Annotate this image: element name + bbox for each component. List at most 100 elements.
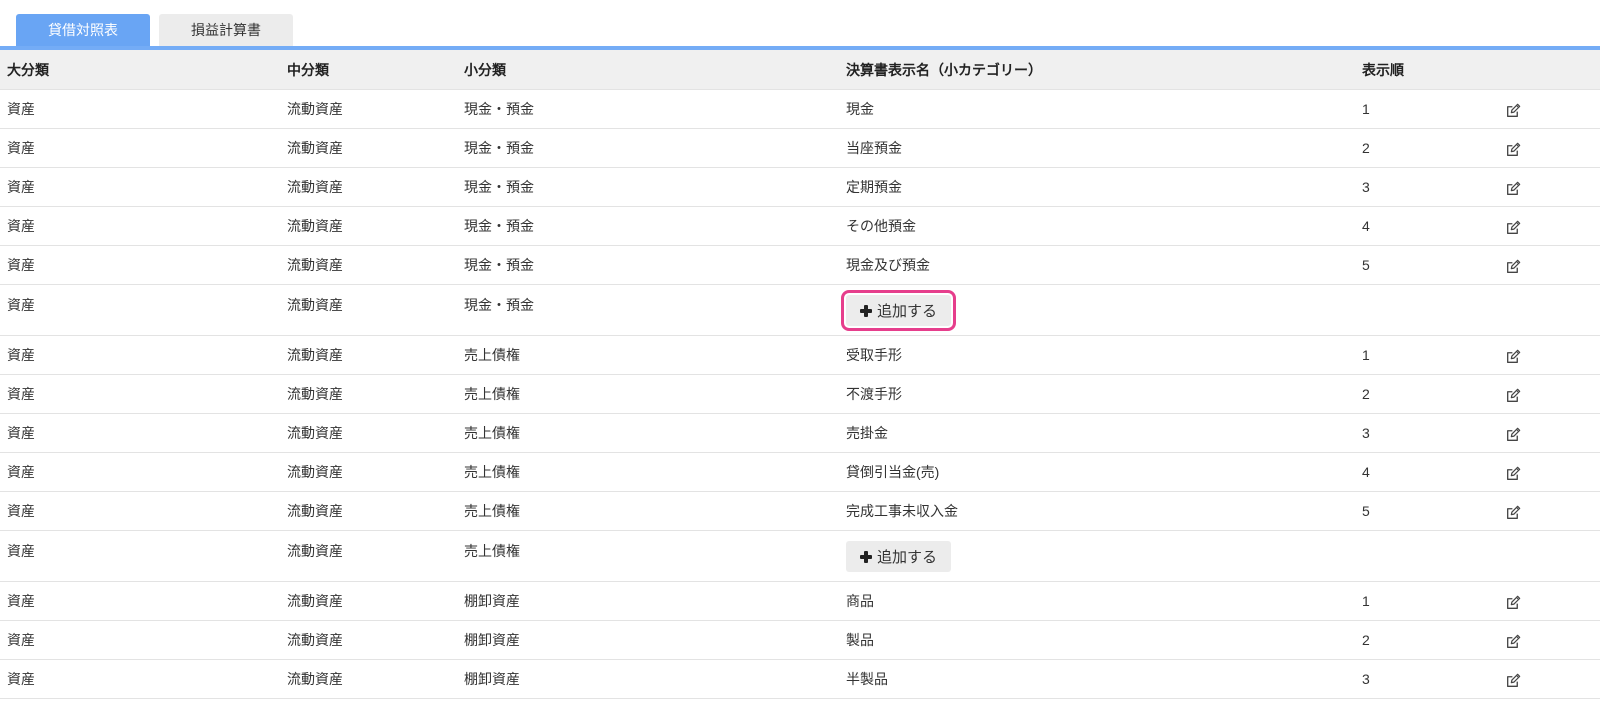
- minor-category-cell: 現金・預金: [464, 297, 534, 313]
- tab-income-statement[interactable]: 損益計算書: [159, 14, 293, 46]
- tab-balance-sheet[interactable]: 貸借対照表: [16, 14, 150, 46]
- row-actions-cell: [1499, 216, 1600, 236]
- display-name-cell: 商品: [846, 593, 874, 609]
- middle-category-cell: 流動資産: [287, 671, 343, 687]
- major-category-cell: 資産: [7, 464, 35, 480]
- display-name-cell: 貸倒引当金(売): [846, 464, 940, 480]
- edit-icon[interactable]: [1506, 466, 1521, 481]
- middle-category-cell: 流動資産: [287, 347, 343, 363]
- add-button[interactable]: 追加する: [846, 541, 952, 572]
- edit-icon[interactable]: [1506, 673, 1521, 688]
- add-button-label: 追加する: [877, 303, 938, 320]
- display-order-cell: 2: [1362, 140, 1370, 156]
- major-category-cell: 資産: [7, 257, 35, 273]
- edit-icon[interactable]: [1506, 388, 1521, 403]
- add-row: 資産 流動資産 売上債権 追加する: [0, 531, 1600, 582]
- middle-category-cell: 流動資産: [287, 218, 343, 234]
- minor-category-cell: 現金・預金: [464, 218, 534, 234]
- table-row: 資産 流動資産 売上債権 完成工事未収入金 5: [0, 492, 1600, 531]
- add-cell: 追加する: [839, 285, 1355, 331]
- row-actions-cell: [1499, 99, 1600, 119]
- middle-category-cell: 流動資産: [287, 503, 343, 519]
- edit-icon[interactable]: [1506, 427, 1521, 442]
- plus-icon: [860, 304, 872, 317]
- middle-category-cell: 流動資産: [287, 179, 343, 195]
- display-order-cell: 1: [1362, 593, 1370, 609]
- major-category-cell: 資産: [7, 347, 35, 363]
- display-name-cell: 半製品: [846, 671, 888, 687]
- table-header: 大分類 中分類 小分類 決算書表示名（小カテゴリー） 表示順: [0, 50, 1600, 90]
- row-actions-cell: [1499, 501, 1600, 521]
- middle-category-cell: 流動資産: [287, 386, 343, 402]
- row-actions-cell: [1499, 531, 1600, 541]
- middle-category-cell: 流動資産: [287, 257, 343, 273]
- category-table: 大分類 中分類 小分類 決算書表示名（小カテゴリー） 表示順 資産 流動資産 現…: [0, 50, 1600, 699]
- major-category-cell: 資産: [7, 101, 35, 117]
- major-category-cell: 資産: [7, 593, 35, 609]
- display-order-cell: [1355, 285, 1499, 295]
- table-row: 資産 流動資産 棚卸資産 商品 1: [0, 582, 1600, 621]
- tab-bar: 貸借対照表 損益計算書: [0, 0, 1600, 46]
- table-row: 資産 流動資産 現金・預金 当座預金 2: [0, 129, 1600, 168]
- add-row: 資産 流動資産 現金・預金 追加する: [0, 285, 1600, 336]
- row-actions-cell: [1499, 630, 1600, 650]
- display-name-cell: 製品: [846, 632, 874, 648]
- display-name-cell: 現金: [846, 101, 874, 117]
- table-row: 資産 流動資産 売上債権 売掛金 3: [0, 414, 1600, 453]
- display-name-cell: その他預金: [846, 218, 916, 234]
- minor-category-cell: 売上債権: [464, 347, 520, 363]
- header-display-order: 表示順: [1362, 61, 1404, 78]
- major-category-cell: 資産: [7, 632, 35, 648]
- edit-icon[interactable]: [1506, 349, 1521, 364]
- minor-category-cell: 売上債権: [464, 386, 520, 402]
- display-name-cell: 不渡手形: [846, 386, 902, 402]
- major-category-cell: 資産: [7, 425, 35, 441]
- middle-category-cell: 流動資産: [287, 632, 343, 648]
- plus-icon: [860, 550, 872, 563]
- display-name-cell: 現金及び預金: [846, 257, 930, 273]
- middle-category-cell: 流動資産: [287, 425, 343, 441]
- row-actions-cell: [1499, 255, 1600, 275]
- minor-category-cell: 売上債権: [464, 425, 520, 441]
- major-category-cell: 資産: [7, 218, 35, 234]
- table-row: 資産 流動資産 現金・預金 現金及び預金 5: [0, 246, 1600, 285]
- edit-icon[interactable]: [1506, 595, 1521, 610]
- edit-icon[interactable]: [1506, 181, 1521, 196]
- row-actions-cell: [1499, 423, 1600, 443]
- minor-category-cell: 現金・預金: [464, 101, 534, 117]
- display-order-cell: 4: [1362, 218, 1370, 234]
- minor-category-cell: 棚卸資産: [464, 593, 520, 609]
- major-category-cell: 資産: [7, 386, 35, 402]
- display-order-cell: 2: [1362, 632, 1370, 648]
- minor-category-cell: 棚卸資産: [464, 671, 520, 687]
- header-display-name: 決算書表示名（小カテゴリー）: [846, 61, 1042, 78]
- table-row: 資産 流動資産 棚卸資産 製品 2: [0, 621, 1600, 660]
- minor-category-cell: 棚卸資産: [464, 632, 520, 648]
- display-order-cell: 2: [1362, 386, 1370, 402]
- display-order-cell: 3: [1362, 425, 1370, 441]
- row-actions-cell: [1499, 462, 1600, 482]
- edit-icon[interactable]: [1506, 634, 1521, 649]
- edit-icon[interactable]: [1506, 103, 1521, 118]
- display-order-cell: 3: [1362, 671, 1370, 687]
- add-cell: 追加する: [839, 531, 1355, 572]
- table-row: 資産 流動資産 売上債権 受取手形 1: [0, 336, 1600, 375]
- minor-category-cell: 売上債権: [464, 543, 520, 559]
- edit-icon[interactable]: [1506, 220, 1521, 235]
- middle-category-cell: 流動資産: [287, 464, 343, 480]
- display-order-cell: 3: [1362, 179, 1370, 195]
- display-order-cell: 5: [1362, 257, 1370, 273]
- edit-icon[interactable]: [1506, 142, 1521, 157]
- display-order-cell: 1: [1362, 101, 1370, 117]
- minor-category-cell: 売上債権: [464, 503, 520, 519]
- edit-icon[interactable]: [1506, 505, 1521, 520]
- row-actions-cell: [1499, 285, 1600, 295]
- add-button-label: 追加する: [877, 549, 938, 566]
- display-name-cell: 売掛金: [846, 425, 888, 441]
- row-actions-cell: [1499, 591, 1600, 611]
- add-button[interactable]: 追加する: [840, 290, 957, 331]
- table-row: 資産 流動資産 現金・預金 その他預金 4: [0, 207, 1600, 246]
- major-category-cell: 資産: [7, 140, 35, 156]
- edit-icon[interactable]: [1506, 259, 1521, 274]
- display-name-cell: 定期預金: [846, 179, 902, 195]
